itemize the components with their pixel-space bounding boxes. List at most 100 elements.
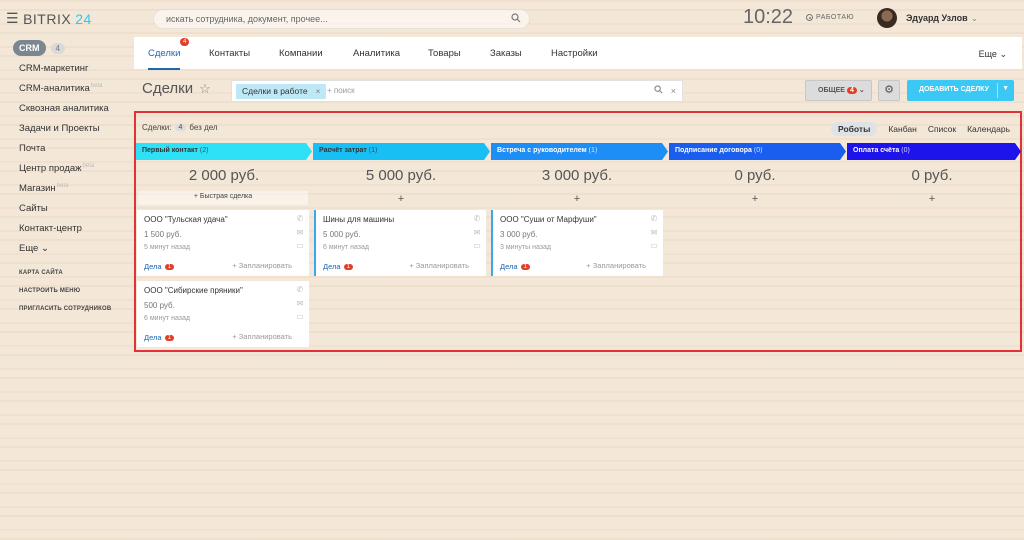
sidebar-item[interactable]: Магазинbeta (19, 183, 109, 203)
sidebar-item-label: Почта (19, 143, 46, 154)
deal-card[interactable]: ООО "Суши от Марфуши" 3 000 руб. 3 минут… (491, 210, 663, 276)
tab-deals[interactable]: Сделки 4 (148, 38, 190, 70)
add-deal-plus[interactable]: + (847, 193, 1017, 205)
chat-icon[interactable]: ▭ (473, 241, 481, 250)
sidebar-item-label: CRM-аналитика (19, 83, 90, 95)
stage-count: (0) (901, 147, 910, 154)
search-icon[interactable] (654, 85, 663, 94)
avatar[interactable] (877, 8, 897, 28)
view-list[interactable]: Список (928, 124, 956, 134)
mail-icon[interactable]: ✉ (473, 228, 481, 237)
sidebar-item-crm[interactable]: CRM 4 (13, 40, 65, 56)
activities-badge: 1 (164, 334, 174, 341)
deal-card[interactable]: ООО "Тульская удача" 1 500 руб. 5 минут … (137, 210, 309, 276)
sidebar-item[interactable]: Центр продажbeta (19, 163, 109, 183)
sidebar-item[interactable]: CRM-маркетинг (19, 63, 109, 83)
clear-icon[interactable]: × (671, 86, 676, 96)
chevron-down-icon: ⌄ (40, 243, 49, 254)
deal-activities[interactable]: Дела 1 (500, 262, 530, 271)
tab-analytics[interactable]: Аналитика (353, 48, 400, 59)
activities-badge: 1 (343, 263, 353, 270)
work-status[interactable]: РАБОТАЮ (806, 14, 854, 21)
invite-users-link[interactable]: ПРИГЛАСИТЬ СОТРУДНИКОВ (19, 306, 111, 324)
tab-settings[interactable]: Настройки (551, 48, 598, 59)
stage-header[interactable]: Оплата счёта (0) (847, 143, 1021, 160)
tab-products[interactable]: Товары (428, 48, 461, 59)
schedule-link[interactable]: + Запланировать (409, 261, 469, 270)
menu-icon[interactable]: ☰ (6, 10, 19, 27)
deal-price: 3 000 руб. (500, 230, 538, 239)
gear-button[interactable]: ⚙ (878, 80, 900, 101)
stage-header[interactable]: Первый контакт (2) (136, 143, 312, 160)
user-menu[interactable]: Эдуард Узлов ⌄ (906, 13, 978, 24)
filter-search[interactable]: Сделки в работе × + поиск × (231, 80, 683, 102)
add-deal-plus[interactable]: + (670, 193, 840, 205)
tabs-more[interactable]: Еще ⌄ (979, 49, 1007, 60)
deal-price: 1 500 руб. (144, 230, 182, 239)
tab-contacts[interactable]: Контакты (209, 48, 250, 59)
stage-sum: 2 000 руб. (188, 167, 260, 184)
phone-icon[interactable]: ✆ (650, 214, 658, 223)
close-icon[interactable]: × (316, 87, 321, 96)
deal-activities[interactable]: Дела 1 (144, 333, 174, 342)
general-badge: 4 (846, 87, 857, 94)
view-calendar[interactable]: Календарь (967, 124, 1010, 134)
deal-activities[interactable]: Дела 1 (144, 262, 174, 271)
configure-menu-link[interactable]: НАСТРОИТЬ МЕНЮ (19, 288, 111, 306)
stage-count: (1) (368, 147, 378, 154)
deal-activities[interactable]: Дела 1 (323, 262, 353, 271)
sidebar-nav: CRM-маркетинг CRM-аналитикаbeta Сквозная… (19, 63, 109, 263)
sidebar-item-more[interactable]: Еще ⌄ (19, 243, 109, 263)
chevron-down-icon: ⌄ (858, 87, 865, 94)
sidebar-item[interactable]: Почта (19, 143, 109, 163)
logo[interactable]: ☰ BITRIX 24 (6, 10, 92, 27)
quick-deal-button[interactable]: + Быстрая сделка (138, 191, 308, 205)
stage-header[interactable]: Подписание договора (0) (669, 143, 846, 160)
sidebar-item[interactable]: Контакт-центр (19, 223, 109, 243)
general-button[interactable]: ОБЩЕЕ 4 ⌄ (805, 80, 872, 101)
deal-title[interactable]: ООО "Суши от Марфуши" (500, 215, 656, 224)
chat-icon[interactable]: ▭ (650, 241, 658, 250)
mail-icon[interactable]: ✉ (296, 299, 304, 308)
activities-badge: 1 (164, 263, 174, 270)
deal-title[interactable]: Шины для машины (323, 215, 479, 224)
work-status-label: РАБОТАЮ (816, 14, 855, 21)
star-icon[interactable]: ☆ (199, 81, 211, 97)
deal-title[interactable]: ООО "Сибирские пряники" (144, 286, 302, 295)
chat-icon[interactable]: ▭ (296, 241, 304, 250)
tab-companies[interactable]: Компании (279, 48, 323, 59)
activities-label: Дела (500, 262, 518, 271)
filter-chip[interactable]: Сделки в работе × (236, 84, 327, 99)
mail-icon[interactable]: ✉ (296, 228, 304, 237)
deal-title[interactable]: ООО "Тульская удача" (144, 215, 302, 224)
deal-card[interactable]: ООО "Сибирские пряники" 500 руб. 6 минут… (137, 281, 309, 347)
mail-icon[interactable]: ✉ (650, 228, 658, 237)
deal-card[interactable]: Шины для машины 5 000 руб. 6 минут назад… (314, 210, 486, 276)
crm-tabs: Сделки 4 Контакты Компании Аналитика Това… (134, 37, 1022, 70)
phone-icon[interactable]: ✆ (473, 214, 481, 223)
chevron-down-icon[interactable]: ▼ (1002, 85, 1009, 92)
sidebar-item[interactable]: CRM-аналитикаbeta (19, 83, 109, 103)
view-kanban[interactable]: Канбан (888, 124, 916, 134)
tab-orders[interactable]: Заказы (490, 48, 522, 59)
add-deal-button[interactable]: ДОБАВИТЬ СДЕЛКУ ▼ (907, 80, 1014, 101)
site-map-link[interactable]: КАРТА САЙТА (19, 270, 111, 288)
robots-button[interactable]: Роботы (831, 122, 878, 136)
add-deal-plus[interactable]: + (492, 193, 662, 205)
schedule-link[interactable]: + Запланировать (232, 332, 292, 341)
phone-icon[interactable]: ✆ (296, 285, 304, 294)
clock[interactable]: 10:22 (743, 6, 793, 29)
stage-header[interactable]: Встреча с руководителем (1) (491, 143, 668, 160)
schedule-link[interactable]: + Запланировать (586, 261, 646, 270)
chat-icon[interactable]: ▭ (296, 312, 304, 321)
schedule-link[interactable]: + Запланировать (232, 261, 292, 270)
top-bar: ☰ BITRIX 24 искать сотрудника, документ,… (0, 0, 1024, 36)
sidebar-item[interactable]: Сайты (19, 203, 109, 223)
sidebar-item[interactable]: Задачи и Проекты (19, 123, 109, 143)
stage-header[interactable]: Расчёт затрат (1) (313, 143, 490, 160)
no-activities-label[interactable]: без дел (189, 123, 217, 132)
add-deal-plus[interactable]: + (316, 193, 486, 205)
phone-icon[interactable]: ✆ (296, 214, 304, 223)
sidebar-item[interactable]: Сквозная аналитика (19, 103, 109, 123)
search-input[interactable]: искать сотрудника, документ, прочее... (153, 9, 530, 29)
